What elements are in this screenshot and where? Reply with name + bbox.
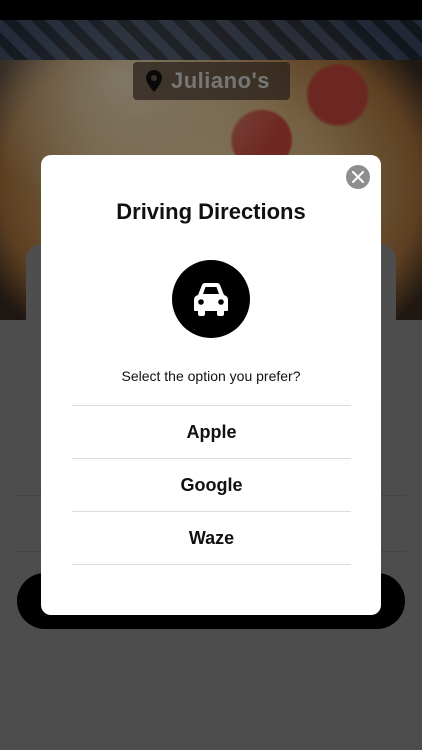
option-apple-maps[interactable]: Apple [72,405,351,458]
close-icon [352,171,364,183]
option-google-maps[interactable]: Google [72,458,351,511]
driving-directions-dialog: Driving Directions Select the option you… [41,155,381,615]
dialog-title: Driving Directions [116,199,306,224]
car-icon [194,283,228,316]
directions-options-list: Apple Google Waze [72,405,351,565]
options-divider [72,564,351,565]
option-waze[interactable]: Waze [72,511,351,564]
selection-prompt: Select the option you prefer? [121,368,301,384]
option-label: Apple [186,421,237,442]
close-button[interactable] [346,165,370,189]
car-icon-badge [172,260,250,338]
option-label: Google [180,474,243,495]
option-label: Waze [188,527,235,548]
